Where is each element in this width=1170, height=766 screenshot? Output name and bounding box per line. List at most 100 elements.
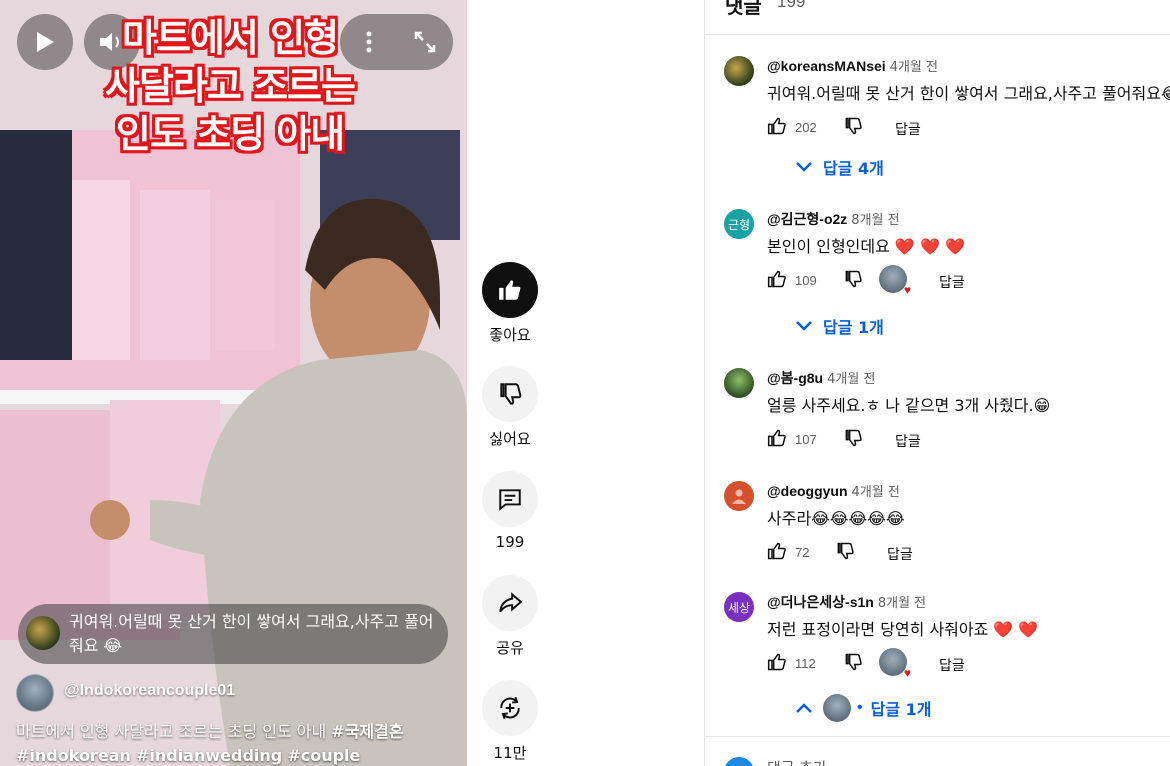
like-count: 109 (795, 273, 817, 288)
video-description[interactable]: 마트에서 인형 사달라고 조르는 초딩 인도 아내 #국제결혼 #indokor… (16, 720, 456, 766)
person-icon (732, 489, 746, 504)
comment-text: 귀여워.어릴때 못 산거 한이 쌓여서 그래요,사주고 풀어줘요😂 (767, 84, 1170, 103)
like-count: 107 (795, 432, 817, 447)
reply-button[interactable]: 답글 (939, 272, 965, 292)
action-bar: 좋아요 싫어요 199 공유 11만 (468, 0, 552, 766)
reply-button[interactable]: 답글 (895, 431, 921, 451)
avatar (823, 694, 851, 722)
avatar[interactable] (724, 368, 754, 398)
share-label: 공유 (496, 639, 524, 657)
replies-label: 답글 4개 (823, 159, 884, 178)
thumbs-up-icon[interactable] (767, 541, 787, 561)
author-name[interactable]: @koreansMANsei (767, 58, 886, 74)
comment-actions: 109 ♥ 답글 (767, 265, 1167, 297)
comments-count: 199 (495, 533, 525, 551)
thumbs-down-icon[interactable] (843, 116, 863, 136)
avatar[interactable] (724, 56, 754, 86)
remix-button[interactable]: 11만 (482, 680, 538, 763)
comment-text: 저런 표정이라면 당연히 사줘아죠 ❤️ ❤️ (767, 620, 1039, 639)
thumbs-down-icon[interactable] (843, 652, 863, 672)
comment-author: @deoggyun 4개월 전 (767, 481, 900, 500)
reply-button[interactable]: 답글 (895, 119, 921, 139)
replies-label: 답글 1개 (870, 700, 932, 719)
chevron-up-icon (796, 703, 812, 713)
comment-actions: 202 답글 (767, 116, 1167, 140)
video-title-overlay: 마트에서 인형 사달라고 조르는 인도 초딩 아내 (60, 14, 400, 158)
view-replies-button[interactable]: 답글 1개 (795, 314, 884, 338)
thumbs-up-icon (499, 280, 521, 300)
comment-author: @봄-g8u 4개월 전 (767, 368, 875, 388)
comments-total: 199 (777, 0, 806, 11)
comment-author: @koreansMANsei 4개월 전 (767, 56, 938, 75)
comment-time: 8개월 전 (877, 596, 927, 611)
like-button[interactable]: 좋아요 (482, 262, 538, 345)
play-icon (37, 32, 54, 52)
comment-text: 사주라😂😂😂😂😂 (767, 509, 905, 528)
comment-author: @김근형-o2z 8개월 전 (767, 209, 900, 229)
remix-icon (500, 696, 520, 720)
author-name[interactable]: @deoggyun (767, 483, 848, 499)
comments-button[interactable]: 199 (482, 471, 538, 551)
view-replies-button[interactable]: 답글 4개 (795, 155, 884, 179)
comments-title: 댓글 (725, 0, 762, 18)
overlay-line-1: 마트에서 인형 (122, 16, 339, 60)
comment-time: 4개월 전 (827, 372, 876, 387)
avatar[interactable]: 세상 (724, 592, 754, 622)
heart-icon: ♥ (903, 666, 911, 680)
thumbs-down-icon[interactable] (843, 269, 863, 289)
pinned-comment-text: 귀여워.어릴때 못 산거 한이 쌓여서 그래요,사주고 풀어줘요 😂 (69, 612, 434, 655)
like-count: 72 (795, 545, 810, 560)
author-name[interactable]: @봄-g8u (767, 370, 823, 386)
comment-actions: 112 ♥ 답글 (767, 648, 1167, 680)
creator-heart-badge: ♥ (879, 265, 911, 297)
thumbs-down-icon[interactable] (835, 541, 855, 561)
hide-replies-button[interactable]: • 답글 1개 (795, 694, 932, 722)
comments-panel: 댓글 199 @koreansMANsei 4개월 전 귀여워.어릴때 못 산거 … (704, 0, 1170, 766)
avatar[interactable]: 근형 (724, 209, 754, 239)
comment-time: 4개월 전 (889, 60, 938, 75)
comment-icon (499, 489, 521, 511)
comment-time: 4개월 전 (851, 485, 900, 500)
add-comment-row: 댓글 추가... (705, 736, 1170, 766)
like-label: 좋아요 (489, 326, 531, 344)
avatar[interactable] (724, 481, 754, 511)
hashtag[interactable]: #indianwedding (136, 746, 282, 765)
hashtag[interactable]: #indokorean (16, 746, 131, 765)
reply-button[interactable]: 답글 (939, 655, 965, 675)
thumbs-up-icon[interactable] (767, 652, 787, 672)
comment-actions: 107 답글 (767, 428, 1167, 452)
hashtag[interactable]: #couple (287, 746, 360, 765)
overlay-line-2: 사달라고 조르는 (105, 64, 356, 108)
heart-icon: ♥ (903, 283, 911, 297)
dislike-button[interactable]: 싫어요 (482, 366, 538, 449)
fullscreen-icon[interactable] (413, 30, 437, 54)
thumbs-up-icon[interactable] (767, 269, 787, 289)
thumbs-up-icon[interactable] (767, 116, 787, 136)
comment-actions: 72 답글 (767, 541, 1167, 565)
comment-author: @더나은세상-s1n 8개월 전 (767, 592, 926, 612)
comments-header: 댓글 199 (705, 0, 1170, 35)
like-count: 112 (795, 656, 816, 671)
avatar (26, 616, 60, 650)
author-name[interactable]: @더나은세상-s1n (767, 594, 874, 610)
overlay-line-3: 인도 초딩 아내 (115, 112, 345, 156)
separator-dot: • (857, 699, 863, 716)
chevron-down-icon (796, 321, 812, 331)
like-count: 202 (795, 120, 817, 135)
video-player[interactable]: 마트에서 인형 사달라고 조르는 인도 초딩 아내 귀여워.어릴때 못 산거 한… (0, 0, 467, 766)
pinned-comment-overlay[interactable]: 귀여워.어릴때 못 산거 한이 쌓여서 그래요,사주고 풀어줘요 😂 (18, 604, 448, 664)
hashtag[interactable]: #국제결혼 (331, 722, 403, 741)
add-comment-input[interactable]: 댓글 추가... (767, 757, 841, 766)
dislike-label: 싫어요 (489, 430, 531, 448)
reply-button[interactable]: 답글 (887, 544, 913, 564)
comment-time: 8개월 전 (851, 213, 900, 228)
channel-name[interactable]: @Indokoreancouple01 (64, 682, 235, 700)
chevron-down-icon (796, 162, 812, 172)
thumbs-down-icon[interactable] (843, 428, 863, 448)
thumbs-up-icon[interactable] (767, 428, 787, 448)
avatar (724, 757, 754, 766)
channel-avatar[interactable] (16, 674, 54, 712)
author-name[interactable]: @김근형-o2z (767, 211, 847, 227)
share-icon (499, 592, 523, 613)
share-button[interactable]: 공유 (482, 575, 538, 658)
